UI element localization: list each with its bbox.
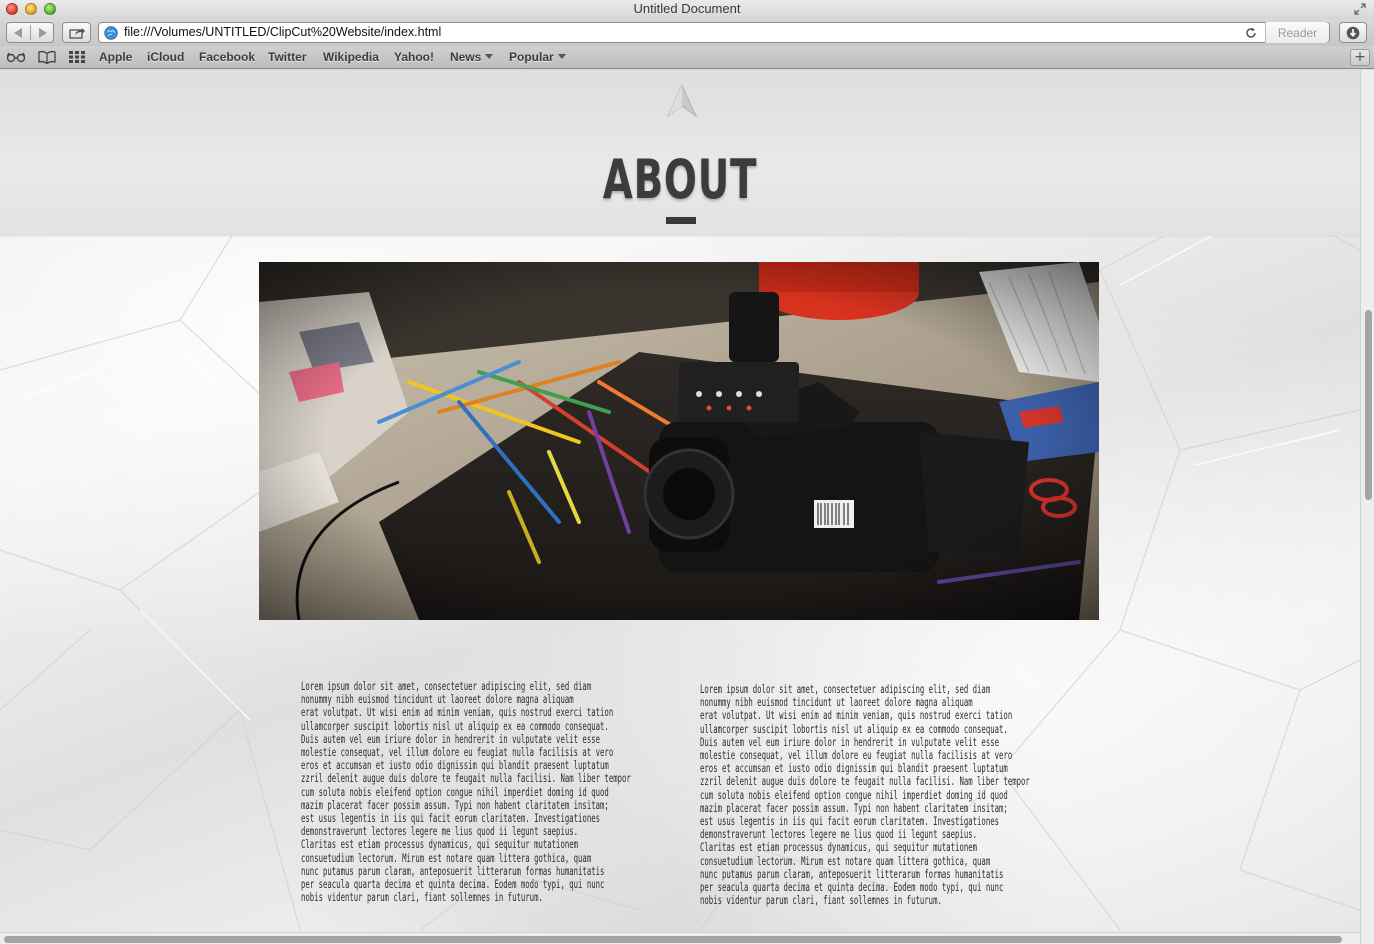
url-text: file:///Volumes/UNTITLED/ClipCut%20Websi…: [124, 25, 442, 39]
plus-icon: +: [1354, 49, 1366, 65]
camera-on-desk-photo: [259, 262, 1099, 620]
chevron-down-icon: [557, 54, 566, 59]
hero-image: [259, 262, 1099, 620]
page-viewport: ABOUT Lorem ipsum dolor sit amet, consec…: [0, 70, 1360, 932]
bookmark-popular-label: Popular: [509, 50, 554, 64]
bookmarks-bar: Apple iCloud Facebook Twitter Wikipedia …: [0, 46, 1374, 69]
forward-arrow-icon: [39, 27, 47, 38]
vertical-scroll-thumb[interactable]: [1365, 310, 1372, 500]
window-title: Untitled Document: [633, 1, 741, 16]
horizontal-scrollbar[interactable]: [0, 932, 1360, 944]
bookmarks-book-icon[interactable]: [37, 50, 57, 64]
bookmark-wikipedia[interactable]: Wikipedia: [323, 50, 379, 64]
header-band: ABOUT: [0, 70, 1360, 236]
about-text-right: Lorem ipsum dolor sit amet, consectetuer…: [700, 682, 1030, 908]
download-icon: [1346, 26, 1360, 39]
back-button[interactable]: [7, 23, 30, 42]
chevron-down-icon: [485, 54, 494, 59]
share-icon: [68, 28, 85, 39]
share-button[interactable]: [62, 22, 91, 43]
bookmark-twitter[interactable]: Twitter: [268, 50, 306, 64]
new-tab-button[interactable]: +: [1350, 49, 1370, 66]
vertical-scrollbar[interactable]: [1360, 70, 1374, 944]
title-underline: [666, 217, 696, 224]
back-arrow-icon: [14, 27, 22, 38]
bookmark-facebook[interactable]: Facebook: [199, 50, 255, 64]
bookmark-news-label: News: [450, 50, 482, 64]
bookmark-folder-popular[interactable]: Popular: [509, 50, 566, 64]
horizontal-scroll-thumb[interactable]: [4, 936, 1342, 943]
fullscreen-icon[interactable]: [1354, 3, 1366, 15]
reading-list-icon[interactable]: [6, 50, 26, 64]
reader-button[interactable]: Reader: [1265, 22, 1329, 43]
back-forward-group: [6, 22, 54, 43]
bookmark-folder-news[interactable]: News: [450, 50, 494, 64]
scroll-up-arrow-icon[interactable]: [666, 84, 698, 118]
reload-icon[interactable]: [1245, 27, 1257, 39]
downloads-button[interactable]: [1339, 22, 1367, 43]
forward-button[interactable]: [31, 23, 54, 42]
globe-icon: [104, 26, 118, 40]
address-bar[interactable]: file:///Volumes/UNTITLED/ClipCut%20Websi…: [98, 22, 1330, 43]
section-title: ABOUT: [602, 148, 758, 211]
browser-toolbar: file:///Volumes/UNTITLED/ClipCut%20Websi…: [0, 19, 1374, 46]
top-sites-grid-icon[interactable]: [67, 50, 87, 64]
bookmark-yahoo[interactable]: Yahoo!: [394, 50, 434, 64]
window-titlebar: Untitled Document: [0, 0, 1374, 19]
bookmark-icloud[interactable]: iCloud: [147, 50, 184, 64]
about-text-left: Lorem ipsum dolor sit amet, consectetuer…: [301, 679, 631, 905]
bookmark-apple[interactable]: Apple: [99, 50, 132, 64]
